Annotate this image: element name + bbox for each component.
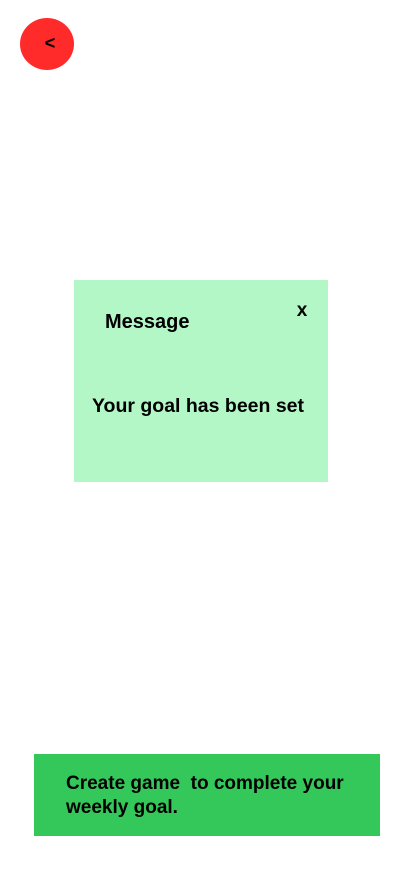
close-button[interactable]: x bbox=[294, 301, 310, 321]
message-body: Your goal has been set bbox=[92, 395, 305, 417]
create-game-label: Create game to complete your weekly goal… bbox=[66, 773, 349, 818]
back-button[interactable]: < bbox=[20, 18, 74, 70]
message-title: Message bbox=[105, 311, 190, 333]
back-chevron-icon: < bbox=[44, 33, 56, 53]
create-game-button[interactable]: Create game to complete your weekly goal… bbox=[34, 754, 380, 836]
message-dialog: Message x Your goal has been set bbox=[74, 280, 328, 482]
